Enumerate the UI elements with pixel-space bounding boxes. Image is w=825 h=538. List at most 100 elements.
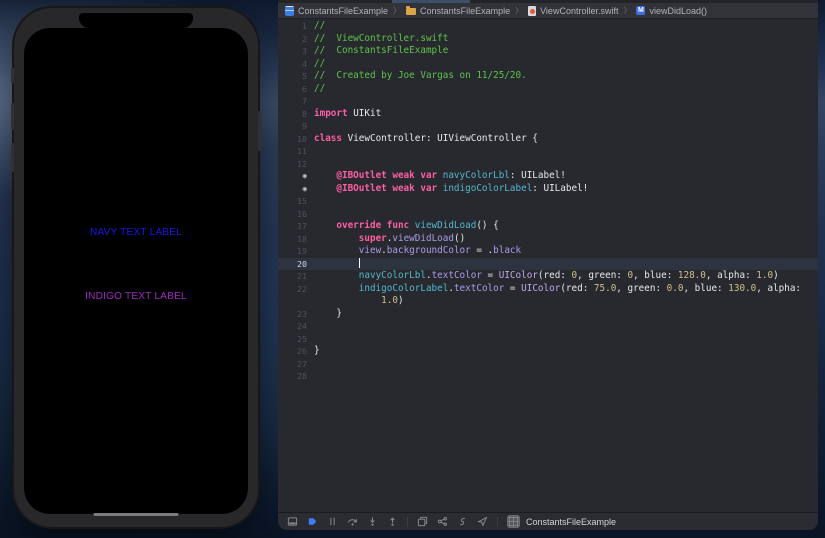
code-text: //	[314, 57, 326, 69]
simulator-screen[interactable]	[24, 28, 248, 514]
line-number[interactable]: 5	[278, 70, 314, 83]
code-line[interactable]: 3// ConstantsFileExample	[278, 45, 818, 58]
line-number[interactable]: 23	[278, 308, 314, 321]
code-line[interactable]: ◉ @IBOutlet weak var indigoColorLabel: U…	[278, 183, 818, 196]
code-line[interactable]: 8 import UIKit	[278, 108, 818, 121]
mute-switch	[11, 68, 14, 83]
simulate-location-button[interactable]	[477, 516, 488, 527]
pause-button[interactable]	[327, 516, 338, 527]
code-text: //	[314, 82, 326, 94]
breadcrumb-project[interactable]: ConstantsFileExample	[285, 5, 388, 16]
step-out-button[interactable]	[387, 516, 398, 527]
code-line[interactable]: 24	[278, 320, 818, 333]
toggle-debug-area-button[interactable]	[287, 516, 298, 527]
line-number[interactable]: 26	[278, 345, 314, 358]
source-editor[interactable]: 1//2// ViewController.swift 3// Constants…	[278, 19, 818, 512]
line-number[interactable]: 27	[278, 358, 314, 371]
code-text: import UIKit	[314, 107, 382, 119]
chevron-right-icon: 〉	[393, 6, 402, 15]
code-line[interactable]: 19 view.backgroundColor = .black	[278, 245, 818, 258]
step-over-button[interactable]	[347, 516, 358, 527]
code-line[interactable]: 21 navyColorLbl.textColor = UIColor(red:…	[278, 270, 818, 283]
xcode-window: ConstantsFileExample 〉 ConstantsFileExam…	[278, 0, 818, 530]
environment-overrides-button[interactable]	[457, 516, 468, 527]
folder-icon	[406, 6, 417, 15]
line-number[interactable]: 10	[278, 133, 314, 146]
code-line[interactable]: 1//	[278, 20, 818, 33]
breadcrumb-file[interactable]: ViewController.swift	[528, 5, 619, 16]
tab-strip	[278, 0, 818, 3]
code-line[interactable]: 28	[278, 370, 818, 383]
code-lines: 1//2// ViewController.swift 3// Constants…	[278, 20, 818, 383]
code-line[interactable]: 27	[278, 358, 818, 371]
code-line[interactable]: 2// ViewController.swift	[278, 33, 818, 46]
breadcrumb-method[interactable]: M viewDidLoad()	[636, 6, 707, 16]
line-number[interactable]: 24	[278, 320, 314, 333]
notch	[79, 13, 193, 28]
breakpoints-toggle-button[interactable]	[307, 516, 318, 527]
code-line[interactable]: 11	[278, 145, 818, 158]
code-text: // Created by Joe Vargas on 11/25/20.	[314, 70, 527, 81]
code-line[interactable]: ◉ @IBOutlet weak var navyColorLbl: UILab…	[278, 170, 818, 183]
simulator-window[interactable]: NAVY TEXT LABEL INDIGO TEXT LABEL	[11, 8, 261, 527]
chevron-right-icon: 〉	[623, 6, 632, 15]
code-text: 1.0)	[381, 295, 404, 306]
debug-view-hierarchy-button[interactable]	[417, 516, 428, 527]
code-line[interactable]: 6//	[278, 83, 818, 96]
line-number[interactable]: 1	[278, 20, 314, 33]
project-icon	[285, 5, 294, 16]
line-number[interactable]: 9	[278, 120, 314, 133]
line-number[interactable]: 11	[278, 145, 314, 158]
line-number[interactable]: 8	[278, 108, 314, 121]
code-line[interactable]: 20	[278, 257, 818, 271]
code-line[interactable]: 5// Created by Joe Vargas on 11/25/20.	[278, 70, 818, 83]
volume-up-button	[11, 103, 14, 130]
code-line[interactable]: 25	[278, 333, 818, 346]
line-number[interactable]: 3	[278, 45, 314, 58]
code-line[interactable]: 10 class ViewController: UIViewController…	[278, 133, 818, 146]
line-number[interactable]: 7	[278, 95, 314, 108]
line-number[interactable]: 6	[278, 83, 314, 96]
indigo-text-label: INDIGO TEXT LABEL	[85, 291, 187, 302]
code-line[interactable]: 18 super.viewDidLoad()	[278, 233, 818, 246]
code-line[interactable]: 26}	[278, 345, 818, 358]
line-number[interactable]: 2	[278, 33, 314, 46]
breadcrumb-group-label: ConstantsFileExample	[420, 5, 511, 16]
line-number[interactable]: 18	[278, 233, 314, 246]
line-number[interactable]: 17	[278, 220, 314, 233]
code-line[interactable]: 1.0)	[278, 295, 818, 308]
code-text: @IBOutlet weak var navyColorLbl: UILabel…	[314, 170, 566, 181]
code-line[interactable]: 4//	[278, 58, 818, 71]
breadcrumb-file-label: ViewController.swift	[540, 5, 619, 16]
line-number[interactable]: 16	[278, 208, 314, 221]
home-indicator[interactable]	[93, 513, 179, 516]
code-line[interactable]: 7	[278, 95, 818, 108]
line-number[interactable]: 28	[278, 370, 314, 383]
code-text	[314, 258, 360, 271]
line-number[interactable]: 12	[278, 158, 314, 171]
code-line[interactable]: 15	[278, 195, 818, 208]
code-line[interactable]: 16	[278, 208, 818, 221]
line-number[interactable]: 25	[278, 333, 314, 346]
code-line[interactable]: 22 indigoColorLabel.textColor = UIColor(…	[278, 283, 818, 296]
code-line[interactable]: 17 override func viewDidLoad() {	[278, 220, 818, 233]
line-number[interactable]: 19	[278, 245, 314, 258]
step-into-button[interactable]	[367, 516, 378, 527]
line-number[interactable]: 20	[278, 258, 314, 271]
debug-memory-graph-button[interactable]	[437, 516, 448, 527]
code-line[interactable]: 9	[278, 120, 818, 133]
outlet-connection-icon[interactable]: ◉	[278, 170, 314, 183]
code-text: //	[314, 20, 326, 31]
line-number[interactable]: 22	[278, 283, 314, 296]
code-text: // ConstantsFileExample	[314, 45, 449, 56]
breadcrumb-group[interactable]: ConstantsFileExample	[406, 6, 510, 16]
code-line[interactable]: 23 }	[278, 308, 818, 321]
code-text: indigoColorLabel.textColor = UIColor(red…	[358, 282, 802, 294]
line-number[interactable]: 21	[278, 270, 314, 283]
line-number[interactable]: 15	[278, 195, 314, 208]
line-number[interactable]: 4	[278, 58, 314, 71]
code-line[interactable]: 12	[278, 158, 818, 171]
code-text: // ViewController.swift	[314, 32, 449, 44]
selected-tab-edge[interactable]	[392, 0, 470, 3]
outlet-connection-icon[interactable]: ◉	[278, 183, 314, 196]
